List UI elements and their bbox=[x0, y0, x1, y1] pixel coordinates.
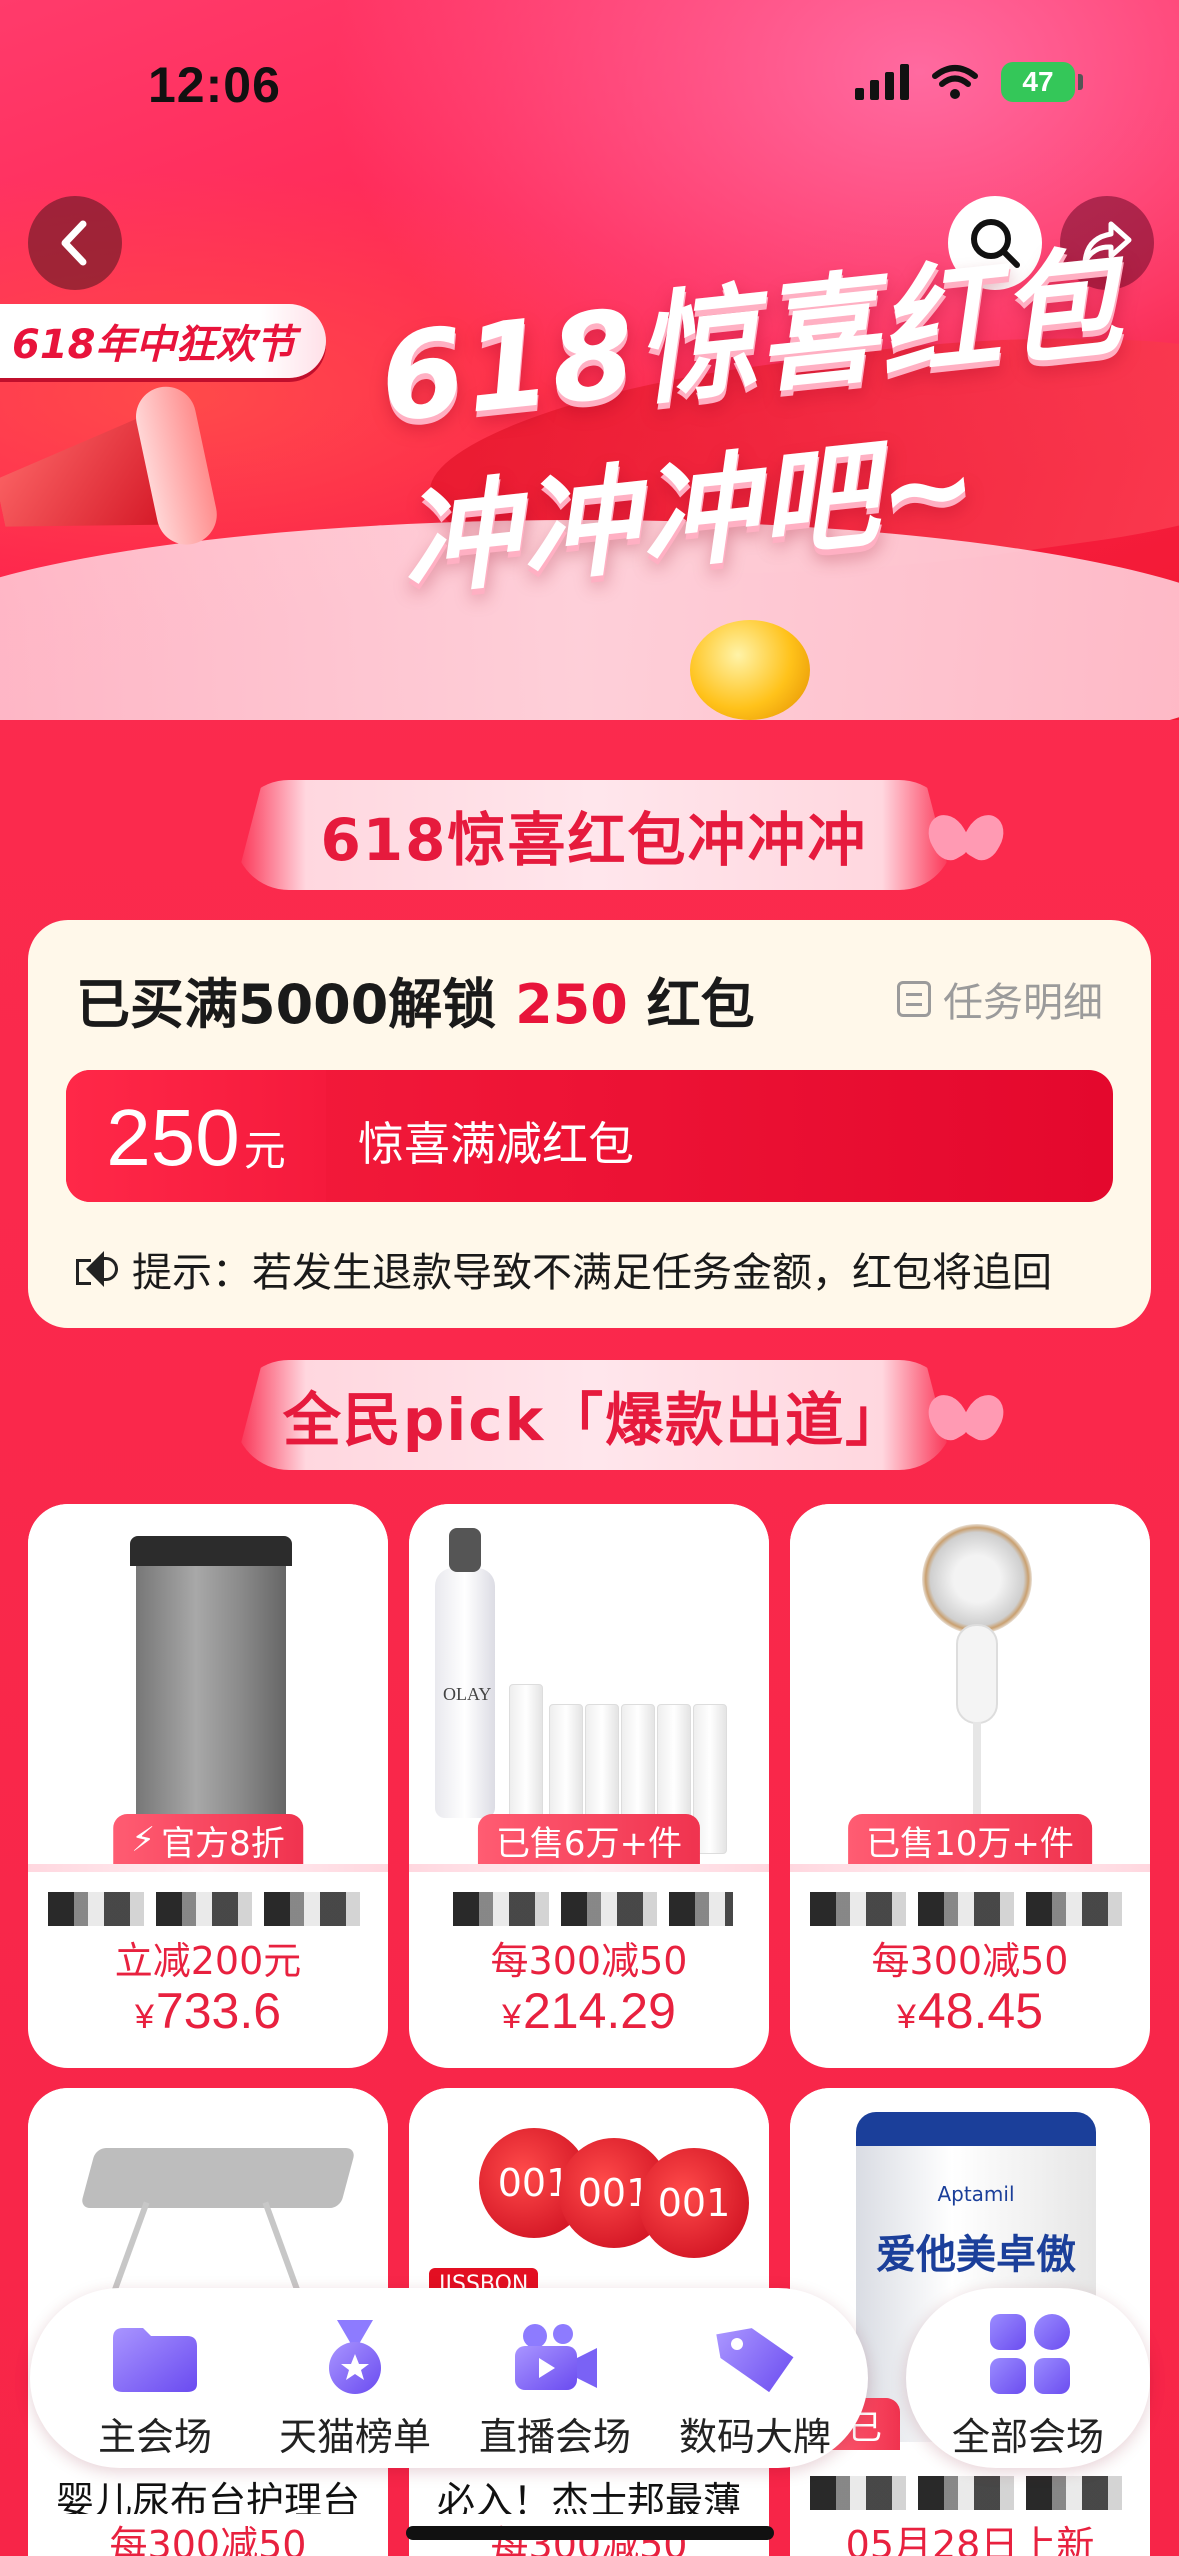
product-price: ¥733.6 bbox=[28, 1982, 388, 2040]
bow-icon bbox=[920, 1388, 1012, 1448]
refund-tip: 提示：若发生退款导致不满足任务金额，红包将追回 bbox=[74, 1240, 1052, 1298]
product-badge: ⚡ 官方8折 bbox=[113, 1814, 303, 1866]
speaker-icon bbox=[74, 1249, 118, 1289]
festival-tag: 618年中狂欢节 bbox=[0, 304, 326, 378]
product-price: ¥214.29 bbox=[409, 1982, 769, 2040]
product-promo: 每300减50 bbox=[490, 1939, 688, 1983]
page: 12:06 47 618年中狂欢节 618惊喜红包 冲冲冲吧~ 618惊喜红包冲… bbox=[0, 0, 1179, 2556]
document-icon bbox=[897, 981, 931, 1017]
currency: ¥ bbox=[502, 1998, 521, 2036]
product-badge: 已售6万+件 bbox=[477, 1814, 701, 1866]
brand-en: Aptamil bbox=[937, 2182, 1015, 2206]
product-image bbox=[790, 1504, 1150, 1864]
section-title-hot-picks: 全民pick「爆款出道」 bbox=[234, 1360, 954, 1470]
fan-body bbox=[956, 1624, 998, 1724]
lightning-icon: ⚡ bbox=[131, 1820, 156, 1860]
wifi-icon bbox=[932, 65, 978, 99]
signal-icon bbox=[855, 64, 909, 100]
product-cup: 001 bbox=[639, 2148, 749, 2258]
hero-banner: 12:06 47 618年中狂欢节 618惊喜红包 冲冲冲吧~ bbox=[0, 0, 1179, 720]
title-prefix: 已买满5000解锁 bbox=[76, 973, 516, 1036]
section-title-text: 618惊喜红包冲冲冲 bbox=[320, 806, 868, 874]
product-name-redacted bbox=[48, 1892, 368, 1926]
nav-label: 直播会场 bbox=[478, 2415, 631, 2459]
currency: ¥ bbox=[134, 1998, 154, 2036]
currency: ¥ bbox=[896, 1998, 916, 2036]
product-promo: 每300减50 bbox=[109, 2523, 307, 2556]
section-title-text: 全民pick「爆款出道」 bbox=[282, 1386, 906, 1454]
grid-icon bbox=[990, 2314, 1070, 2394]
fan-image bbox=[922, 1524, 1032, 1634]
red-packet-title: 已买满5000解锁 250 红包 bbox=[76, 960, 755, 1039]
badge-text: 官方8折 bbox=[161, 1823, 285, 1864]
product-name-redacted bbox=[453, 1892, 733, 1926]
product-box-image: 001 001 001 JISSBON bbox=[429, 2128, 759, 2308]
home-indicator[interactable] bbox=[406, 2526, 774, 2540]
red-packet-coupon[interactable]: 250 元 惊喜满减红包 bbox=[66, 1070, 1113, 1202]
section-title-redpacket: 618惊喜红包冲冲冲 bbox=[234, 780, 954, 890]
battery-icon: 47 bbox=[1001, 62, 1083, 102]
product-badge: 已售10万+件 bbox=[848, 1814, 1092, 1866]
nav-item-tmall-ranking[interactable]: 天猫榜单 bbox=[260, 2288, 450, 2468]
coupon-value: 250 bbox=[106, 1093, 240, 1182]
task-detail-label: 任务明细 bbox=[943, 980, 1103, 1026]
product-image bbox=[28, 1504, 388, 1864]
red-packet-card: 已买满5000解锁 250 红包 任务明细 250 元 惊喜满减红包 提示：若发生… bbox=[28, 920, 1151, 1328]
price-value: 48.45 bbox=[917, 1983, 1044, 2039]
status-icons: 47 bbox=[855, 62, 1083, 102]
coupon-unit: 元 bbox=[243, 1126, 286, 1175]
medal-icon bbox=[329, 2320, 381, 2394]
tip-text: 提示：若发生退款导致不满足任务金额，红包将追回 bbox=[132, 1250, 1052, 1296]
title-amount: 250 bbox=[515, 973, 628, 1036]
product-promo: 每300减50 bbox=[871, 1939, 1069, 1983]
tag-icon bbox=[716, 2328, 794, 2393]
chevron-left-icon bbox=[61, 220, 87, 266]
nav-label: 全部会场 bbox=[951, 2415, 1104, 2459]
bow-icon bbox=[920, 808, 1012, 868]
divider bbox=[790, 1864, 1150, 1872]
nav-item-main-venue[interactable]: 主会场 bbox=[60, 2288, 250, 2468]
tube-image bbox=[509, 1684, 543, 1834]
product-name: 必入！杰士邦最薄 bbox=[436, 2479, 741, 2514]
divider bbox=[28, 1864, 388, 1872]
coin-icon bbox=[690, 620, 810, 720]
product-promo: 05月28日上新 bbox=[845, 2523, 1095, 2556]
divider bbox=[409, 1864, 769, 1872]
back-button[interactable] bbox=[28, 196, 122, 290]
folder-icon bbox=[113, 2328, 197, 2392]
bottom-venue-nav: 主会场 天猫榜单 直播会场 数码大牌 bbox=[30, 2288, 868, 2468]
product-name: 婴儿尿布台护理台 bbox=[55, 2479, 360, 2514]
price-value: 733.6 bbox=[155, 1983, 282, 2039]
nav-item-live-venue[interactable]: 直播会场 bbox=[460, 2288, 650, 2468]
title-suffix: 红包 bbox=[627, 973, 755, 1036]
task-detail-link[interactable]: 任务明细 bbox=[897, 970, 1103, 1028]
product-card[interactable]: OLAY 已售6万+件 每300减50 ¥214.29 bbox=[409, 1504, 769, 2068]
nav-label: 数码大牌 bbox=[678, 2415, 831, 2459]
product-card[interactable]: ⚡ 官方8折 立减200元 ¥733.6 bbox=[28, 1504, 388, 2068]
changing-table-image bbox=[48, 2148, 368, 2345]
battery-level: 47 bbox=[1022, 66, 1054, 97]
product-card[interactable]: 已售10万+件 每300减50 ¥48.45 bbox=[790, 1504, 1150, 2068]
product-image: OLAY bbox=[409, 1504, 769, 1864]
coupon-amount: 250 元 bbox=[66, 1070, 326, 1202]
product-name-redacted bbox=[810, 1892, 1130, 1926]
product-promo: 立减200元 bbox=[114, 1939, 302, 1983]
nav-item-digital-brands[interactable]: 数码大牌 bbox=[660, 2288, 850, 2468]
product-price: ¥48.45 bbox=[790, 1982, 1150, 2040]
nav-label: 主会场 bbox=[97, 2415, 212, 2459]
coupon-name: 惊喜满减红包 bbox=[358, 1117, 634, 1171]
product-name-redacted bbox=[810, 2476, 1130, 2510]
nav-label: 天猫榜单 bbox=[278, 2415, 431, 2459]
video-camera-icon bbox=[515, 2324, 597, 2390]
olay-label: OLAY bbox=[443, 1684, 492, 1704]
price-value: 214.29 bbox=[522, 1983, 676, 2039]
brand-name: 爱他美卓傲 bbox=[876, 2232, 1076, 2278]
nav-all-venues-button[interactable]: 全部会场 bbox=[906, 2288, 1150, 2468]
washing-machine-image bbox=[130, 1536, 292, 1836]
status-time: 12:06 bbox=[148, 57, 281, 113]
